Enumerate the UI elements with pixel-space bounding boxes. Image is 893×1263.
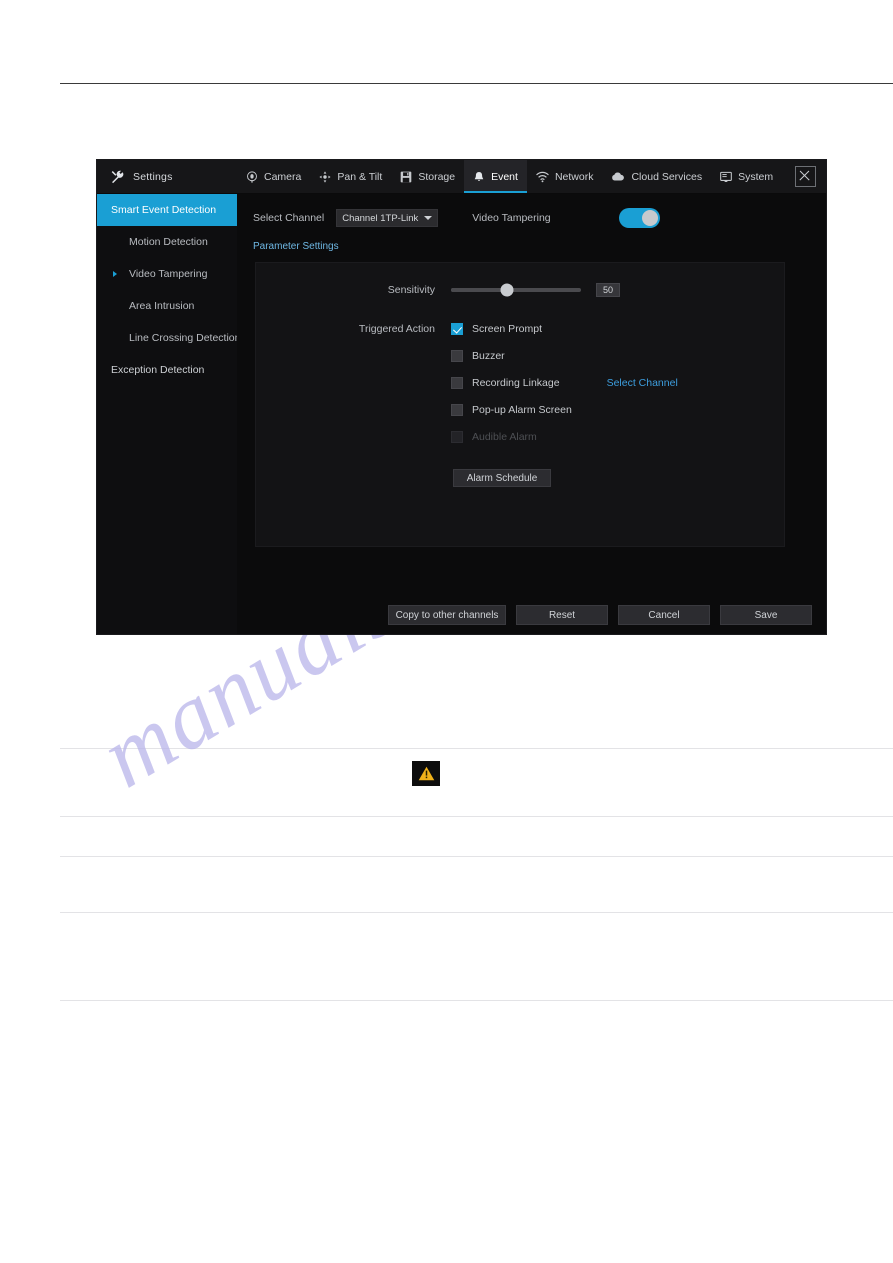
doc-rule-1	[60, 748, 893, 749]
sensitivity-label: Sensitivity	[387, 284, 435, 296]
settings-sidebar: Smart Event Detection Motion Detection V…	[97, 194, 241, 634]
triggered-action-list: Screen Prompt Buzzer Recording Linkage S…	[451, 323, 678, 443]
nav-tab-pan-tilt-label: Pan & Tilt	[337, 170, 383, 183]
doc-rule-2	[60, 816, 893, 817]
sidebar-item-label: Motion Detection	[129, 236, 208, 248]
wifi-icon	[536, 171, 549, 183]
nav-tab-storage-label: Storage	[418, 170, 456, 183]
sidebar-item-motion-detection[interactable]: Motion Detection	[97, 226, 237, 258]
action-label: Recording Linkage	[472, 377, 560, 389]
doc-rule-4	[60, 912, 893, 913]
close-icon	[794, 166, 816, 187]
sensitivity-slider-thumb[interactable]	[500, 283, 514, 297]
checkbox-recording-linkage[interactable]	[451, 377, 463, 389]
tools-icon	[111, 170, 125, 184]
save-button[interactable]: Save	[720, 605, 812, 625]
app-title: Settings	[133, 170, 173, 183]
toggle-knob	[641, 210, 658, 226]
doc-rule-3	[60, 856, 893, 857]
nav-tab-system[interactable]: System	[711, 160, 782, 193]
sidebar-item-area-intrusion[interactable]: Area Intrusion	[97, 290, 237, 322]
nav-tab-cloud-services[interactable]: Cloud Services	[602, 160, 711, 193]
nav-tab-system-label: System	[738, 170, 774, 183]
action-popup-alarm-screen[interactable]: Pop-up Alarm Screen	[451, 404, 678, 416]
nav-tab-event[interactable]: Event	[464, 160, 527, 193]
action-label: Audible Alarm	[472, 431, 537, 443]
sensitivity-slider-fill	[451, 288, 507, 292]
window-body: Smart Event Detection Motion Detection V…	[97, 194, 826, 634]
select-channel-label: Select Channel	[253, 212, 325, 224]
warning-triangle-icon	[412, 761, 440, 786]
bell-icon	[473, 171, 485, 183]
dialog-footer: Copy to other channels Reset Cancel Save	[237, 595, 826, 634]
parameter-settings-heading: Parameter Settings	[253, 241, 339, 252]
close-window-button[interactable]	[790, 160, 820, 193]
action-label: Buzzer	[472, 350, 505, 362]
caret-right-icon	[113, 271, 117, 277]
sidebar-item-label: Smart Event Detection	[111, 204, 217, 216]
triggered-action-row: Triggered Action Screen Prompt Buzzer Re…	[256, 323, 784, 443]
action-screen-prompt[interactable]: Screen Prompt	[451, 323, 678, 335]
checkbox-audible-alarm	[451, 431, 463, 443]
monitor-icon	[720, 171, 732, 183]
action-buzzer[interactable]: Buzzer	[451, 350, 678, 362]
sidebar-item-label: Area Intrusion	[129, 300, 195, 312]
action-recording-linkage[interactable]: Recording Linkage Select Channel	[451, 377, 678, 389]
window-titlebar: Settings Camera Pan & Tilt Storage Event…	[97, 160, 826, 194]
select-channel-link[interactable]: Select Channel	[607, 377, 678, 389]
storage-disk-icon	[400, 171, 412, 183]
action-label: Screen Prompt	[472, 323, 543, 335]
pan-tilt-icon	[319, 170, 331, 183]
checkbox-popup-alarm-screen[interactable]	[451, 404, 463, 416]
sidebar-item-exception-detection[interactable]: Exception Detection	[97, 354, 237, 386]
nav-tab-storage[interactable]: Storage	[391, 160, 464, 193]
action-audible-alarm: Audible Alarm	[451, 431, 678, 443]
sidebar-item-smart-event-detection[interactable]: Smart Event Detection	[97, 194, 237, 226]
doc-rule-5	[60, 1000, 893, 1001]
channel-select[interactable]: Channel 1TP-Link IP	[336, 209, 439, 227]
checkbox-buzzer[interactable]	[451, 350, 463, 362]
checkbox-screen-prompt[interactable]	[451, 323, 463, 335]
nav-tab-camera-label: Camera	[264, 170, 302, 183]
action-label: Pop-up Alarm Screen	[472, 404, 572, 416]
video-tampering-toggle[interactable]	[618, 208, 660, 228]
settings-content: Select Channel Channel 1TP-Link IP Video…	[237, 194, 826, 634]
sensitivity-slider[interactable]	[451, 283, 581, 297]
channel-select-value: Channel 1TP-Link IP	[342, 212, 422, 224]
sidebar-item-line-crossing-detection[interactable]: Line Crossing Detection	[97, 322, 241, 354]
reset-button[interactable]: Reset	[516, 605, 608, 625]
top-nav: Camera Pan & Tilt Storage Event Network …	[223, 160, 790, 193]
sensitivity-row: Sensitivity 50	[256, 283, 784, 297]
cancel-button[interactable]: Cancel	[618, 605, 710, 625]
page-header-rule	[60, 83, 893, 84]
nvr-settings-window: Settings Camera Pan & Tilt Storage Event…	[97, 160, 826, 634]
chevron-down-icon	[424, 216, 433, 220]
sidebar-item-video-tampering[interactable]: Video Tampering	[97, 258, 237, 290]
nav-tab-network[interactable]: Network	[527, 160, 603, 193]
sidebar-item-label: Video Tampering	[129, 268, 208, 280]
nav-tab-cloud-services-label: Cloud Services	[631, 170, 703, 183]
parameter-settings-panel: Sensitivity 50 Triggered Action Screen P…	[255, 262, 785, 547]
cloud-icon	[611, 171, 625, 182]
camera-icon	[246, 170, 258, 183]
nav-tab-event-label: Event	[491, 170, 518, 183]
copy-to-other-channels-button[interactable]: Copy to other channels	[388, 605, 506, 625]
channel-row: Select Channel Channel 1TP-Link IP Video…	[237, 194, 826, 228]
triggered-action-label: Triggered Action	[358, 323, 435, 335]
alarm-schedule-button[interactable]: Alarm Schedule	[453, 469, 551, 487]
nav-tab-pan-tilt[interactable]: Pan & Tilt	[310, 160, 391, 193]
nav-tab-network-label: Network	[554, 170, 594, 183]
sensitivity-value[interactable]: 50	[596, 283, 620, 297]
nav-tab-camera[interactable]: Camera	[237, 160, 310, 193]
sidebar-item-label: Exception Detection	[111, 364, 205, 376]
sidebar-item-label: Line Crossing Detection	[129, 332, 241, 344]
video-tampering-label: Video Tampering	[472, 212, 551, 224]
app-brand: Settings	[97, 160, 223, 193]
